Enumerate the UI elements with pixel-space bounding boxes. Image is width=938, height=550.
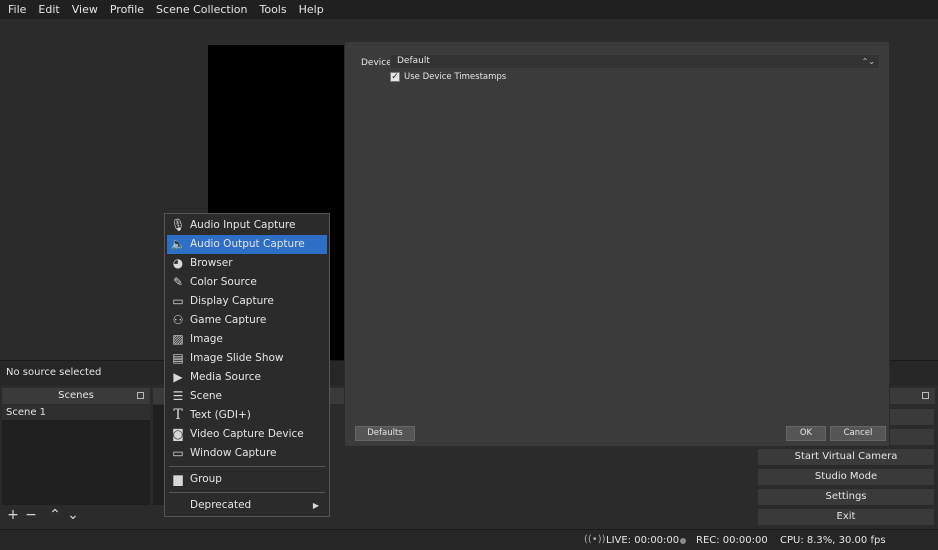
menu-item-media-source[interactable]: ▶ Media Source: [167, 368, 327, 387]
play-icon: ▶: [173, 370, 183, 384]
menu-item-label: Deprecated: [190, 499, 252, 511]
record-dot-icon: [680, 538, 686, 544]
start-virtual-camera-button[interactable]: Start Virtual Camera: [757, 448, 935, 466]
ok-button[interactable]: OK: [786, 426, 826, 441]
brush-icon: ✎: [172, 275, 184, 289]
menu-item-label: Audio Output Capture: [190, 238, 305, 250]
menu-separator: [169, 492, 325, 493]
menu-item-label: Text (GDI+): [190, 409, 251, 421]
device-select[interactable]: Default ⌃⌄: [390, 54, 880, 69]
menu-item-label: Audio Input Capture: [190, 219, 296, 231]
menu-item-window-capture[interactable]: ▭ Window Capture: [167, 444, 327, 463]
globe-icon: ◕: [172, 256, 184, 270]
menu-file[interactable]: File: [2, 0, 32, 19]
settings-button[interactable]: Settings: [757, 488, 935, 506]
add-scene-icon[interactable]: +: [4, 505, 22, 525]
menu-item-game-capture[interactable]: ⚇ Game Capture: [167, 311, 327, 330]
gamepad-icon: ⚇: [172, 313, 184, 327]
text-icon: T: [173, 407, 183, 423]
scenes-dock-header: Scenes: [2, 388, 150, 404]
menu-item-audio-output-capture[interactable]: 🔈 Audio Output Capture: [167, 235, 327, 254]
move-down-icon[interactable]: ⌄: [64, 505, 82, 525]
add-source-menu: 🎙 Audio Input Capture 🔈 Audio Output Cap…: [164, 213, 330, 517]
menu-item-image[interactable]: ▨ Image: [167, 330, 327, 349]
scene-item[interactable]: Scene 1: [2, 405, 150, 420]
menu-item-label: Video Capture Device: [190, 428, 304, 440]
menu-item-label: Display Capture: [190, 295, 274, 307]
menu-item-image-slide-show[interactable]: ▤ Image Slide Show: [167, 349, 327, 368]
rec-timer: REC: 00:00:00: [696, 535, 768, 546]
menu-item-label: Game Capture: [190, 314, 267, 326]
menu-item-browser[interactable]: ◕ Browser: [167, 254, 327, 273]
submenu-arrow-icon: ▶: [312, 501, 319, 510]
window-icon: ▭: [172, 446, 184, 460]
list-icon: ☰: [172, 389, 184, 403]
menu-view[interactable]: View: [66, 0, 104, 19]
menu-item-scene[interactable]: ☰ Scene: [167, 387, 327, 406]
menu-help[interactable]: Help: [293, 0, 330, 19]
menu-item-group[interactable]: ▆ Group: [167, 470, 327, 489]
broadcast-icon: ((•)): [584, 534, 606, 545]
float-dock-icon[interactable]: [922, 392, 929, 399]
folder-icon: ▆: [173, 472, 183, 486]
use-timestamps-checkbox[interactable]: ✓: [390, 72, 400, 82]
exit-button[interactable]: Exit: [757, 508, 935, 526]
menu-separator: [169, 466, 325, 467]
menu-item-display-capture[interactable]: ▭ Display Capture: [167, 292, 327, 311]
scenes-toolbar: + − ⌃ ⌄: [4, 505, 152, 525]
select-arrows-icon: ⌃⌄: [861, 57, 875, 66]
defaults-button[interactable]: Defaults: [355, 426, 415, 441]
slideshow-icon: ▤: [172, 351, 184, 365]
image-icon: ▨: [172, 332, 184, 346]
menu-item-label: Window Capture: [190, 447, 277, 459]
properties-dialog: Device Default ⌃⌄ ✓ Use Device Timestamp…: [344, 41, 890, 447]
use-timestamps-label: Use Device Timestamps: [404, 72, 507, 82]
menu-item-label: Image: [190, 333, 223, 345]
studio-mode-button[interactable]: Studio Mode: [757, 468, 935, 486]
monitor-icon: ▭: [172, 294, 184, 308]
float-dock-icon[interactable]: [137, 392, 144, 399]
menu-item-label: Color Source: [190, 276, 257, 288]
menu-item-label: Image Slide Show: [190, 352, 284, 364]
menu-item-color-source[interactable]: ✎ Color Source: [167, 273, 327, 292]
menu-edit[interactable]: Edit: [32, 0, 65, 19]
menu-scene-collection[interactable]: Scene Collection: [150, 0, 253, 19]
no-source-label: No source selected: [6, 367, 102, 378]
cpu-fps: CPU: 8.3%, 30.00 fps: [780, 535, 886, 546]
live-timer: LIVE: 00:00:00: [606, 535, 680, 546]
device-label: Device: [361, 58, 392, 68]
menu-item-text-gdi[interactable]: T Text (GDI+): [167, 406, 327, 425]
menu-item-label: Group: [190, 473, 222, 485]
menu-item-audio-input-capture[interactable]: 🎙 Audio Input Capture: [167, 216, 327, 235]
menu-item-label: Browser: [190, 257, 233, 269]
device-value: Default: [397, 56, 430, 66]
menu-item-label: Scene: [190, 390, 223, 402]
camera-icon: ◙: [172, 427, 184, 441]
cancel-button[interactable]: Cancel: [830, 426, 886, 441]
remove-scene-icon[interactable]: −: [22, 505, 40, 525]
menu-item-deprecated[interactable]: Deprecated ▶: [167, 496, 327, 515]
scenes-list[interactable]: Scene 1: [2, 405, 150, 505]
menu-item-video-capture-device[interactable]: ◙ Video Capture Device: [167, 425, 327, 444]
microphone-icon: 🎙: [170, 218, 186, 232]
scenes-dock-title: Scenes: [58, 390, 94, 401]
statusbar: ((•)) LIVE: 00:00:00 REC: 00:00:00 CPU: …: [0, 529, 938, 550]
menu-item-label: Media Source: [190, 371, 261, 383]
speaker-icon: 🔈: [170, 237, 186, 251]
menu-profile[interactable]: Profile: [104, 0, 150, 19]
move-up-icon[interactable]: ⌃: [46, 505, 64, 525]
use-timestamps-row[interactable]: ✓ Use Device Timestamps: [390, 72, 506, 82]
menubar: File Edit View Profile Scene Collection …: [0, 0, 938, 19]
menu-tools[interactable]: Tools: [254, 0, 293, 19]
